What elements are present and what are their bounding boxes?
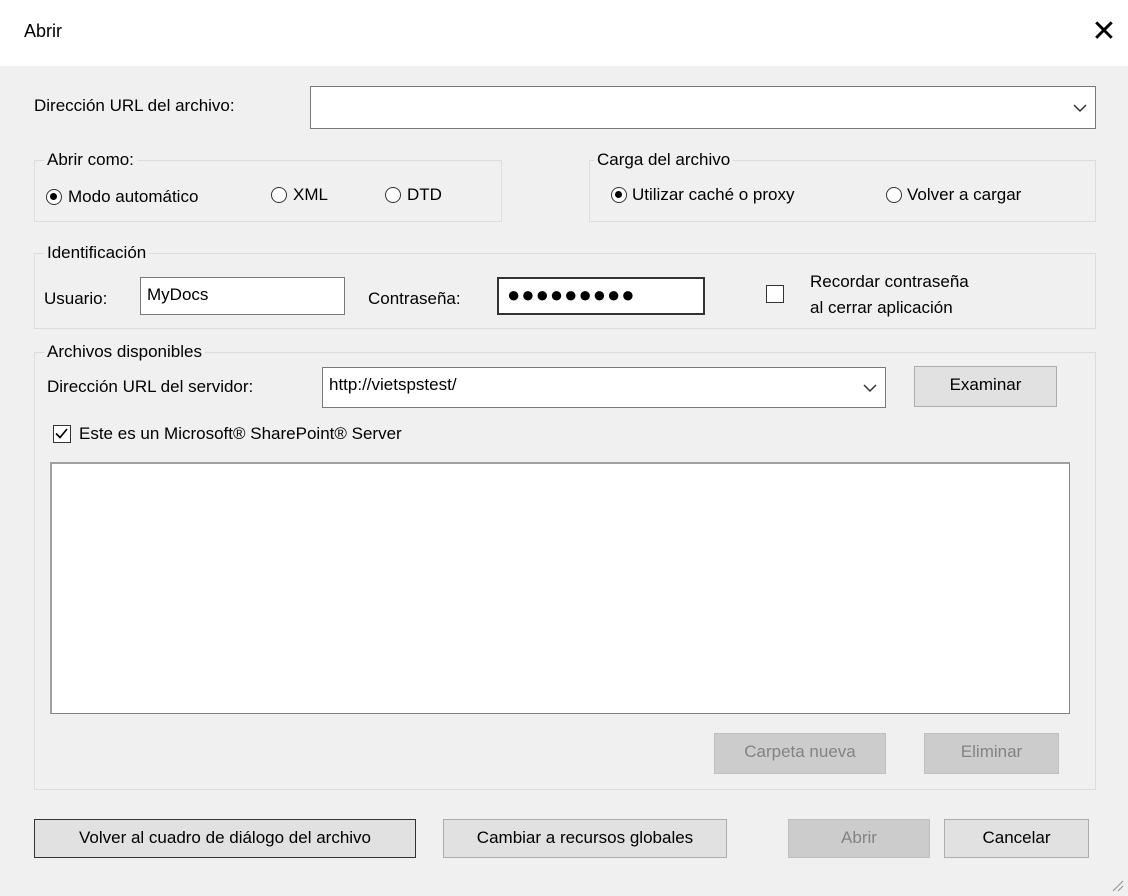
radio-reload[interactable]	[886, 187, 902, 203]
file-url-label: Dirección URL del archivo:	[34, 96, 235, 115]
chevron-down-icon[interactable]	[861, 379, 879, 397]
available-files-title: Archivos disponibles	[44, 342, 205, 362]
remember-password-checkbox[interactable]	[766, 285, 784, 303]
server-url-label: Dirección URL del servidor:	[47, 377, 254, 396]
switch-global-resources-label: Cambiar a recursos globales	[476, 828, 694, 847]
sharepoint-label[interactable]: Este es un Microsoft® SharePoint® Server	[79, 424, 402, 444]
new-folder-button-label: Carpeta nueva	[744, 742, 856, 761]
open-as-title: Abrir como:	[44, 150, 137, 170]
checkmark-icon	[55, 428, 68, 439]
user-input[interactable]: MyDocs	[140, 277, 345, 315]
remember-line1[interactable]: Recordar contraseña	[810, 272, 969, 292]
server-url-combobox[interactable]: http://vietspstest/	[322, 367, 886, 408]
password-input[interactable]: ●●●●●●●●●	[497, 277, 705, 315]
radio-reload-label[interactable]: Volver a cargar	[907, 185, 1021, 205]
radio-auto-mode[interactable]	[46, 189, 62, 205]
user-value: MyDocs	[147, 285, 209, 304]
dialog-title: Abrir	[24, 21, 63, 41]
password-label: Contraseña:	[368, 289, 461, 308]
file-load-title: Carga del archivo	[594, 150, 734, 170]
switch-global-resources-button[interactable]: Cambiar a recursos globales	[443, 819, 727, 858]
back-to-file-dialog-label: Volver al cuadro de diálogo del archivo	[78, 828, 372, 847]
radio-xml[interactable]	[271, 187, 287, 203]
delete-button[interactable]: Eliminar	[924, 733, 1059, 774]
cancel-button[interactable]: Cancelar	[944, 819, 1089, 858]
identification-title: Identificación	[44, 243, 150, 263]
open-button-label: Abrir	[841, 828, 877, 847]
password-value: ●●●●●●●●●	[507, 282, 636, 307]
chevron-down-icon[interactable]	[1071, 99, 1089, 117]
resize-grip-icon[interactable]	[1110, 878, 1124, 892]
title-bar: Abrir ✕	[0, 0, 1128, 66]
browse-button-label: Examinar	[949, 375, 1022, 394]
delete-button-label: Eliminar	[960, 742, 1023, 761]
new-folder-button[interactable]: Carpeta nueva	[714, 733, 886, 774]
remember-line2[interactable]: al cerrar aplicación	[810, 298, 953, 318]
cancel-button-label: Cancelar	[982, 828, 1051, 847]
file-list[interactable]	[50, 462, 1070, 714]
radio-dtd-label[interactable]: DTD	[407, 185, 442, 205]
radio-dtd[interactable]	[385, 187, 401, 203]
open-button[interactable]: Abrir	[788, 819, 930, 858]
file-url-combobox[interactable]	[310, 86, 1096, 129]
radio-use-cache-label[interactable]: Utilizar caché o proxy	[632, 185, 795, 205]
server-url-value: http://vietspstest/	[329, 375, 457, 394]
browse-button[interactable]: Examinar	[914, 366, 1057, 407]
close-icon[interactable]: ✕	[1084, 12, 1124, 52]
sharepoint-checkbox[interactable]	[53, 425, 71, 443]
radio-auto-mode-label[interactable]: Modo automático	[68, 187, 198, 207]
back-to-file-dialog-button[interactable]: Volver al cuadro de diálogo del archivo	[34, 819, 416, 858]
radio-use-cache[interactable]	[611, 187, 627, 203]
radio-xml-label[interactable]: XML	[293, 185, 328, 205]
user-label: Usuario:	[44, 289, 108, 308]
